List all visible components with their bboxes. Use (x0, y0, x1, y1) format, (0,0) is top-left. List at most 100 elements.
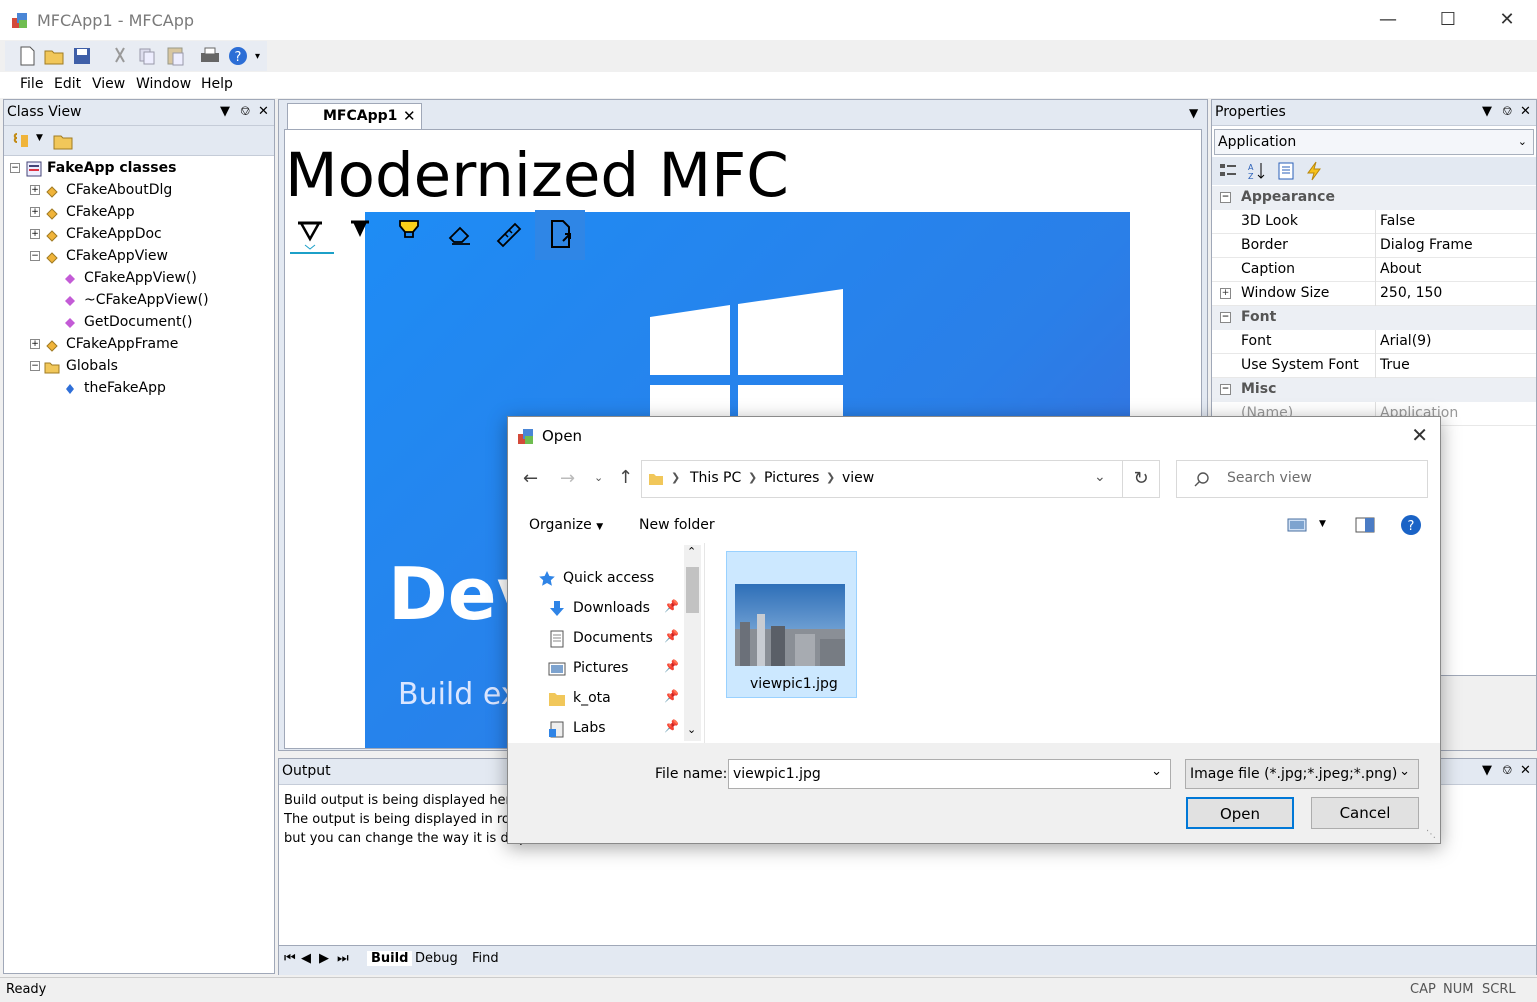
address-bar[interactable]: ❯ This PC ❯ Pictures ❯ view ⌄ (641, 460, 1123, 498)
scroll-thumb[interactable] (686, 567, 699, 613)
pin-icon[interactable]: 📌 (664, 599, 679, 613)
menu-view[interactable]: View (92, 76, 125, 92)
open-button[interactable]: Open (1186, 797, 1294, 829)
collapse-icon[interactable]: − (10, 163, 20, 173)
eraser-icon[interactable] (440, 214, 480, 254)
tab-debug[interactable]: Debug (415, 951, 458, 966)
property-value[interactable]: Arial(9) (1380, 333, 1432, 349)
share-ink-button[interactable] (535, 210, 585, 260)
pin-icon[interactable]: ⎊ (1502, 763, 1512, 778)
category-font[interactable]: − Font (1212, 306, 1536, 330)
pin-icon[interactable]: 📌 (664, 689, 679, 703)
collapse-icon[interactable]: − (1220, 312, 1231, 323)
ballpoint-pen-button[interactable] (290, 214, 334, 254)
expand-icon[interactable]: + (30, 339, 40, 349)
object-selector[interactable]: Application ⌄ (1214, 129, 1534, 155)
file-name-input[interactable]: viewpic1.jpg ⌄ (728, 759, 1171, 789)
pin-icon[interactable]: ⎊ (1502, 104, 1512, 119)
scroll-down-icon[interactable]: ⌄ (687, 723, 696, 736)
pin-icon[interactable]: 📌 (664, 629, 679, 643)
copy-icon[interactable] (135, 44, 159, 68)
prev-tab-icon[interactable]: ◀ (301, 951, 311, 966)
cut-icon[interactable] (108, 44, 132, 68)
tab-build[interactable]: Build (367, 951, 413, 966)
menu-help[interactable]: Help (201, 76, 233, 92)
dropdown-arrow-icon[interactable]: ▼ (36, 133, 43, 143)
last-tab-icon[interactable]: ⏭ (337, 951, 349, 966)
first-tab-icon[interactable]: ⏮ (284, 951, 296, 966)
expand-icon[interactable]: + (30, 229, 40, 239)
open-folder-icon[interactable] (42, 44, 66, 68)
organize-button[interactable]: Organize ▼ (529, 517, 603, 533)
class-wizard-icon[interactable] (12, 131, 32, 151)
minimize-button[interactable]: — (1373, 7, 1403, 33)
highlighter-icon[interactable] (389, 214, 429, 254)
file-type-select[interactable]: Image file (*.jpg;*.jpeg;*.png) ⌄ (1185, 759, 1419, 789)
back-arrow-icon[interactable]: ← (523, 468, 538, 489)
expand-icon[interactable]: + (30, 207, 40, 217)
resize-grip-icon[interactable]: ⋱ (1426, 829, 1436, 840)
tab-close-icon[interactable]: ✕ (403, 107, 416, 125)
panel-close-icon[interactable]: ✕ (1520, 763, 1531, 778)
tab-list-icon[interactable]: ▼ (1189, 106, 1198, 120)
close-button[interactable]: ✕ (1492, 7, 1522, 33)
up-arrow-icon[interactable]: ↑ (618, 467, 633, 488)
view-options-icon[interactable]: ▼ (1319, 519, 1326, 529)
property-row[interactable]: Font Arial(9) (1212, 330, 1536, 354)
breadcrumb-view[interactable]: view (842, 470, 874, 486)
next-tab-icon[interactable]: ▶ (319, 951, 329, 966)
pencil-icon[interactable] (340, 214, 380, 254)
tab-mfcapp1[interactable]: MFCApp1 ✕ (287, 103, 422, 129)
tab-find[interactable]: Find (472, 951, 499, 966)
collapse-icon[interactable]: − (30, 251, 40, 261)
menu-edit[interactable]: Edit (54, 76, 81, 92)
cancel-button[interactable]: Cancel (1311, 797, 1419, 829)
new-folder-button[interactable]: New folder (639, 517, 715, 533)
breadcrumb-pictures[interactable]: Pictures (764, 470, 819, 486)
categorized-icon[interactable] (1218, 161, 1238, 181)
paste-icon[interactable] (163, 44, 187, 68)
preview-pane-icon[interactable] (1355, 517, 1375, 533)
category-misc[interactable]: − Misc (1212, 378, 1536, 402)
save-icon[interactable] (70, 44, 94, 68)
search-box[interactable]: Search view (1176, 460, 1428, 498)
alphabetical-icon[interactable]: AZ (1247, 161, 1267, 181)
collapse-icon[interactable]: − (1220, 192, 1231, 203)
menu-window[interactable]: Window (136, 76, 191, 92)
events-icon[interactable] (1304, 161, 1324, 181)
menu-file[interactable]: File (20, 76, 43, 92)
panel-close-icon[interactable]: ✕ (258, 104, 269, 119)
panel-menu-icon[interactable]: ▼ (1482, 763, 1492, 778)
collapse-icon[interactable]: − (30, 361, 40, 371)
file-item[interactable]: viewpic1.jpg (726, 551, 857, 698)
maximize-button[interactable]: ☐ (1433, 7, 1463, 33)
property-value[interactable]: About (1380, 261, 1421, 277)
pin-icon[interactable]: 📌 (664, 719, 679, 733)
breadcrumb-this-pc[interactable]: This PC (690, 470, 741, 486)
expand-icon[interactable]: + (1220, 288, 1231, 299)
scroll-up-icon[interactable]: ⌃ (687, 545, 696, 558)
property-row[interactable]: 3D Look False (1212, 210, 1536, 234)
ruler-icon[interactable] (489, 214, 529, 254)
property-row[interactable]: Caption About (1212, 258, 1536, 282)
print-icon[interactable] (198, 44, 222, 68)
property-pages-icon[interactable] (1276, 161, 1296, 181)
panel-menu-icon[interactable]: ▼ (1482, 104, 1492, 119)
property-value[interactable]: True (1380, 357, 1410, 373)
change-view-icon[interactable] (1287, 517, 1307, 533)
address-history-icon[interactable]: ⌄ (1094, 469, 1106, 485)
property-row[interactable]: Use System Font True (1212, 354, 1536, 378)
property-value[interactable]: False (1380, 213, 1415, 229)
recent-chevron-icon[interactable]: ⌄ (594, 471, 603, 484)
nav-scrollbar[interactable]: ⌃ ⌄ (684, 545, 701, 741)
property-value[interactable]: Dialog Frame (1380, 237, 1473, 253)
dialog-close-icon[interactable]: ✕ (1411, 423, 1428, 447)
panel-close-icon[interactable]: ✕ (1520, 104, 1531, 119)
refresh-button[interactable]: ↻ (1122, 460, 1160, 498)
property-value[interactable]: 250, 150 (1380, 285, 1442, 301)
forward-arrow-icon[interactable]: → (560, 468, 575, 489)
chevron-down-icon[interactable]: ⌄ (1151, 764, 1162, 779)
toolbar-overflow-icon[interactable]: ▾ (255, 51, 260, 62)
expand-icon[interactable]: + (30, 185, 40, 195)
pin-icon[interactable]: 📌 (664, 659, 679, 673)
